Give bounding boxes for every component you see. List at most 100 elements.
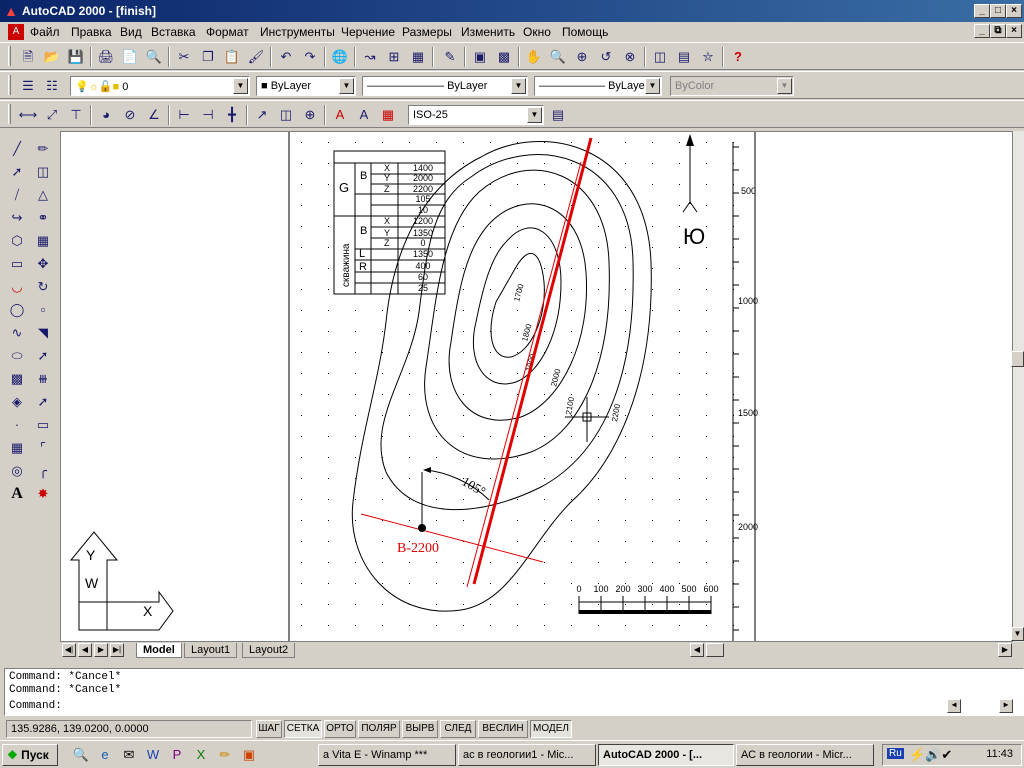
chamfer-icon[interactable]: ⌜: [32, 437, 54, 459]
chevron-down-icon[interactable]: ▼: [511, 78, 526, 94]
model-toggle[interactable]: МОДЕЛ: [530, 720, 572, 738]
hscroll-thumb[interactable]: [706, 643, 724, 657]
design-center-icon[interactable]: ▩: [494, 47, 514, 67]
vertical-scrollbar[interactable]: ▼: [1011, 131, 1024, 642]
circle-icon[interactable]: ◯: [6, 299, 28, 321]
color-select[interactable]: ■ ByLayer ▼: [256, 76, 356, 96]
aligned-dim-icon[interactable]: ⤢: [42, 105, 62, 125]
word-icon[interactable]: W: [144, 746, 162, 764]
help-icon[interactable]: ?: [728, 47, 748, 67]
menu-dimension[interactable]: Размеры: [402, 25, 452, 39]
make-current-layer-icon[interactable]: ☷: [42, 76, 62, 96]
toolbar-grip[interactable]: [8, 104, 11, 124]
multiline-icon[interactable]: ⧸: [6, 184, 28, 206]
outlook-icon[interactable]: ✉: [120, 746, 138, 764]
tab-first-button[interactable]: ◀|: [62, 643, 76, 657]
menu-modify[interactable]: Изменить: [461, 25, 515, 39]
document-icon[interactable]: A: [8, 24, 24, 40]
access-icon[interactable]: ✏: [216, 746, 234, 764]
layer-select[interactable]: 💡☼🔓■ 0 ▼: [70, 76, 250, 96]
pan-icon[interactable]: ✋: [524, 47, 544, 67]
lineweight-select[interactable]: —————— ByLayer ▼: [534, 76, 662, 96]
tab-layout1[interactable]: Layout1: [184, 643, 238, 658]
erase-icon[interactable]: ✏: [32, 138, 54, 160]
toolbar-grip[interactable]: [8, 75, 11, 95]
properties-icon[interactable]: ▣: [470, 47, 490, 67]
array-icon[interactable]: ▦: [32, 230, 54, 252]
chevron-down-icon[interactable]: ▼: [339, 78, 354, 94]
find-icon[interactable]: 🔍: [144, 47, 164, 67]
zoom-extents-icon[interactable]: ⊗: [620, 47, 640, 67]
task-word-1[interactable]: ас в геологии1 - Mic...: [458, 744, 596, 766]
task-autocad[interactable]: AutoCAD 2000 - [...: [598, 744, 734, 766]
drawing-area[interactable]: 500 1000 1500 2000 Ю G B B L R скважина …: [60, 131, 1013, 642]
print-icon[interactable]: 🖨: [96, 47, 116, 67]
scroll-down-button[interactable]: ▼: [1011, 627, 1024, 641]
construction-line-icon[interactable]: ➚: [6, 161, 28, 183]
powerpoint-icon[interactable]: ▣: [240, 746, 258, 764]
ortho-toggle[interactable]: ОРТО: [324, 720, 356, 738]
doc-close-button[interactable]: ×: [1006, 24, 1022, 38]
snap-toggle[interactable]: ШАГ: [256, 720, 282, 738]
break-icon[interactable]: ▭: [32, 414, 54, 436]
lengthen-icon[interactable]: ➚: [32, 345, 54, 367]
linetype-select[interactable]: ——————— ByLayer ▼: [362, 76, 528, 96]
dimstyle-select[interactable]: ISO-25 ▼: [408, 105, 544, 125]
tolerance-icon[interactable]: ◫: [276, 105, 296, 125]
open-icon[interactable]: 📂: [42, 47, 62, 67]
zoom-realtime-icon[interactable]: 🔍: [548, 47, 568, 67]
chevron-down-icon[interactable]: ▼: [527, 107, 542, 123]
region-icon[interactable]: ◎: [6, 460, 28, 482]
scroll-thumb[interactable]: [1011, 351, 1024, 367]
new-icon[interactable]: 🗎: [18, 47, 38, 67]
copy-object-icon[interactable]: ◫: [32, 161, 54, 183]
ucs-icon[interactable]: ⊞: [384, 47, 404, 67]
explode-icon[interactable]: ✸: [32, 483, 54, 505]
doc-minimize-button[interactable]: _: [974, 24, 990, 38]
dim-update-icon[interactable]: ▦: [378, 105, 398, 125]
menu-file[interactable]: Файл: [30, 25, 60, 39]
close-button[interactable]: ×: [1006, 4, 1022, 18]
grid-toggle[interactable]: СЕТКА: [284, 720, 322, 738]
database-icon[interactable]: ⛦: [698, 47, 718, 67]
coordinate-display[interactable]: 135.9286, 139.0200, 0.0000: [6, 720, 252, 738]
polyline-icon[interactable]: ↪: [6, 207, 28, 229]
insert-block-tool-icon[interactable]: ▩: [6, 368, 28, 390]
chevron-down-icon[interactable]: ▼: [233, 78, 248, 94]
rotate-icon[interactable]: ↻: [32, 276, 54, 298]
task-word-2[interactable]: АС в геологии - Micr...: [736, 744, 874, 766]
command-window[interactable]: Command: *Cancel* Command: *Cancel* Comm…: [4, 668, 1024, 716]
cmd-scroll-right[interactable]: ▶: [999, 699, 1013, 713]
continue-dim-icon[interactable]: ╋: [222, 105, 242, 125]
offset-icon[interactable]: ⚭: [32, 207, 54, 229]
snap-from-icon[interactable]: ↝: [360, 47, 380, 67]
spline-icon[interactable]: ∿: [6, 322, 28, 344]
ellipse-icon[interactable]: ⬭: [6, 345, 28, 367]
minimize-button[interactable]: _: [974, 4, 990, 18]
point-icon[interactable]: ·: [6, 414, 28, 436]
redo-icon[interactable]: ↷: [300, 47, 320, 67]
publisher-icon[interactable]: P: [168, 746, 186, 764]
cut-icon[interactable]: ✂: [174, 47, 194, 67]
otrack-toggle[interactable]: СЛЕД: [440, 720, 476, 738]
zoom-window-icon[interactable]: ⊕: [572, 47, 592, 67]
menu-window[interactable]: Окно: [523, 25, 551, 39]
rectangle-icon[interactable]: ▭: [6, 253, 28, 275]
make-block-icon[interactable]: ◈: [6, 391, 28, 413]
leader-icon[interactable]: ↗: [252, 105, 272, 125]
menu-format[interactable]: Формат: [206, 25, 249, 39]
cmd-scroll-left[interactable]: ◀: [947, 699, 961, 713]
browser-icon[interactable]: 🌐: [330, 47, 350, 67]
language-indicator[interactable]: Ru: [887, 748, 904, 759]
render-icon[interactable]: ◫: [650, 47, 670, 67]
mtext-icon[interactable]: A: [6, 483, 28, 505]
command-prompt[interactable]: Command:: [9, 700, 62, 712]
mirror-icon[interactable]: △: [32, 184, 54, 206]
drawing-svg[interactable]: 500 1000 1500 2000 Ю G B B L R скважина …: [61, 132, 1013, 642]
arc-icon[interactable]: ◡: [6, 276, 28, 298]
chevron-down-icon[interactable]: ▼: [645, 78, 660, 94]
autocad-icon[interactable]: ▲: [3, 3, 19, 19]
move-icon[interactable]: ✥: [32, 253, 54, 275]
internet-explorer-icon[interactable]: e: [96, 746, 114, 764]
paste-icon[interactable]: 📋: [222, 47, 242, 67]
